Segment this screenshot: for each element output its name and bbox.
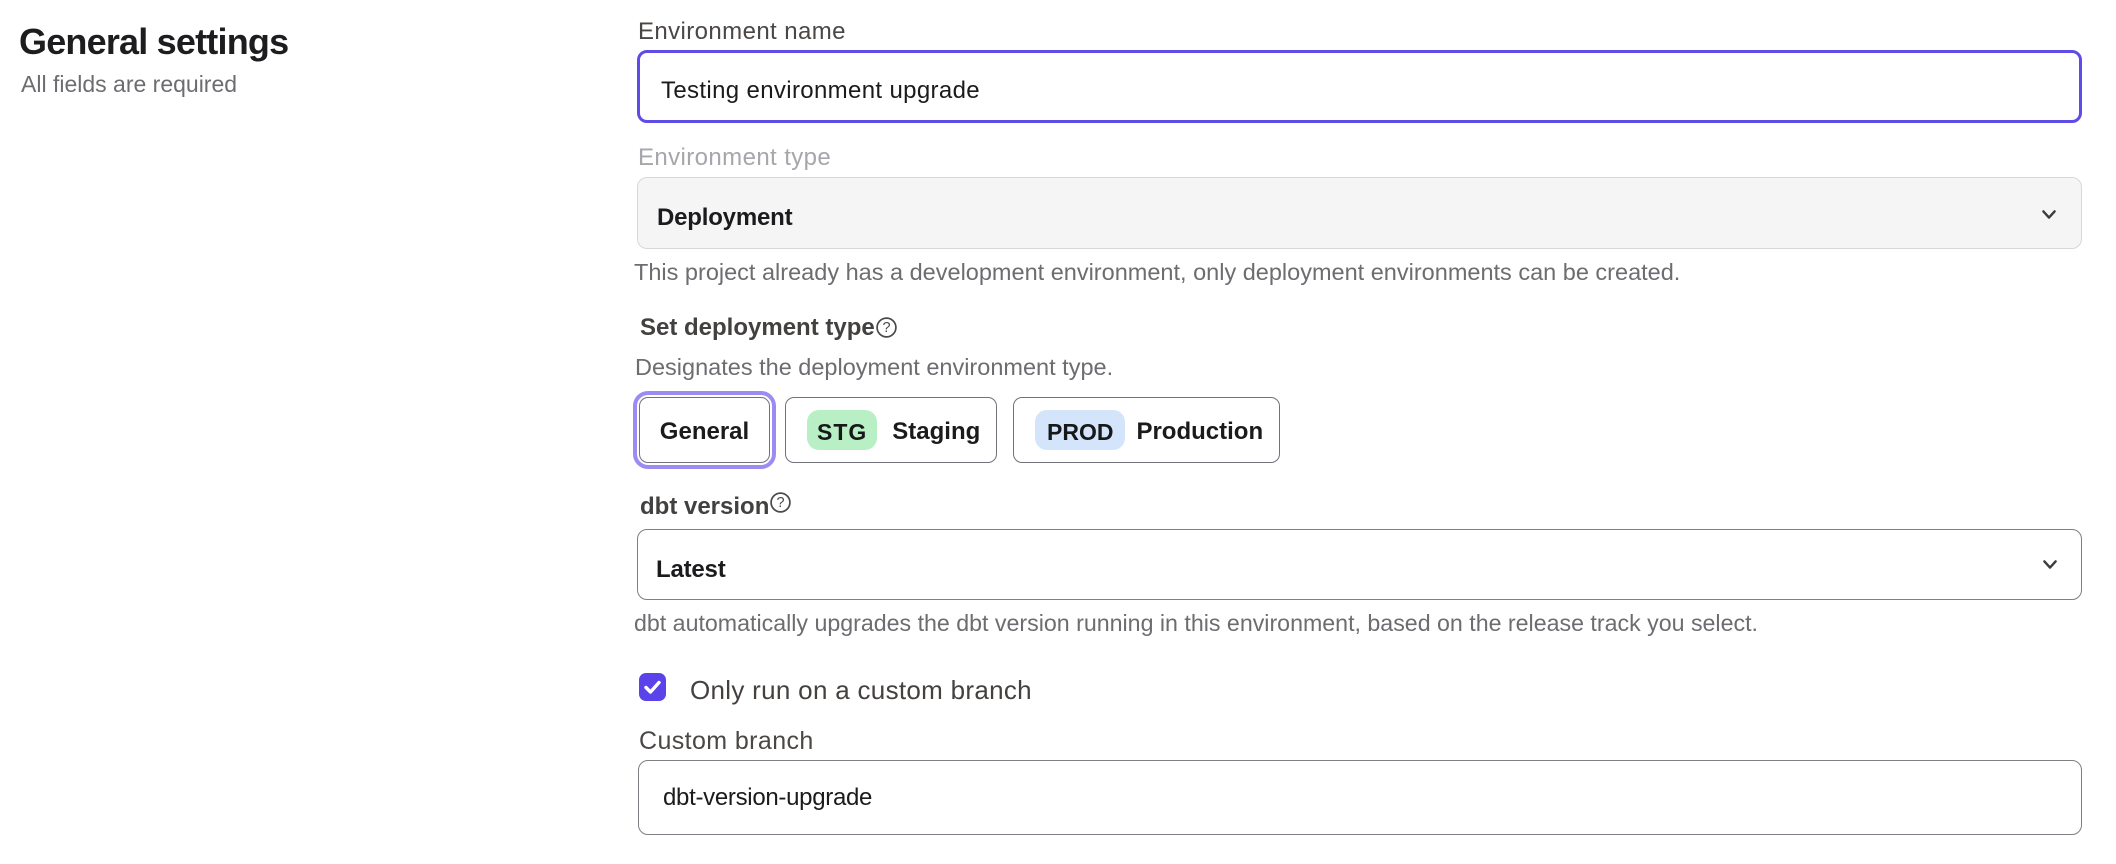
svg-text:?: ? [776, 495, 784, 511]
svg-text:?: ? [882, 320, 890, 336]
